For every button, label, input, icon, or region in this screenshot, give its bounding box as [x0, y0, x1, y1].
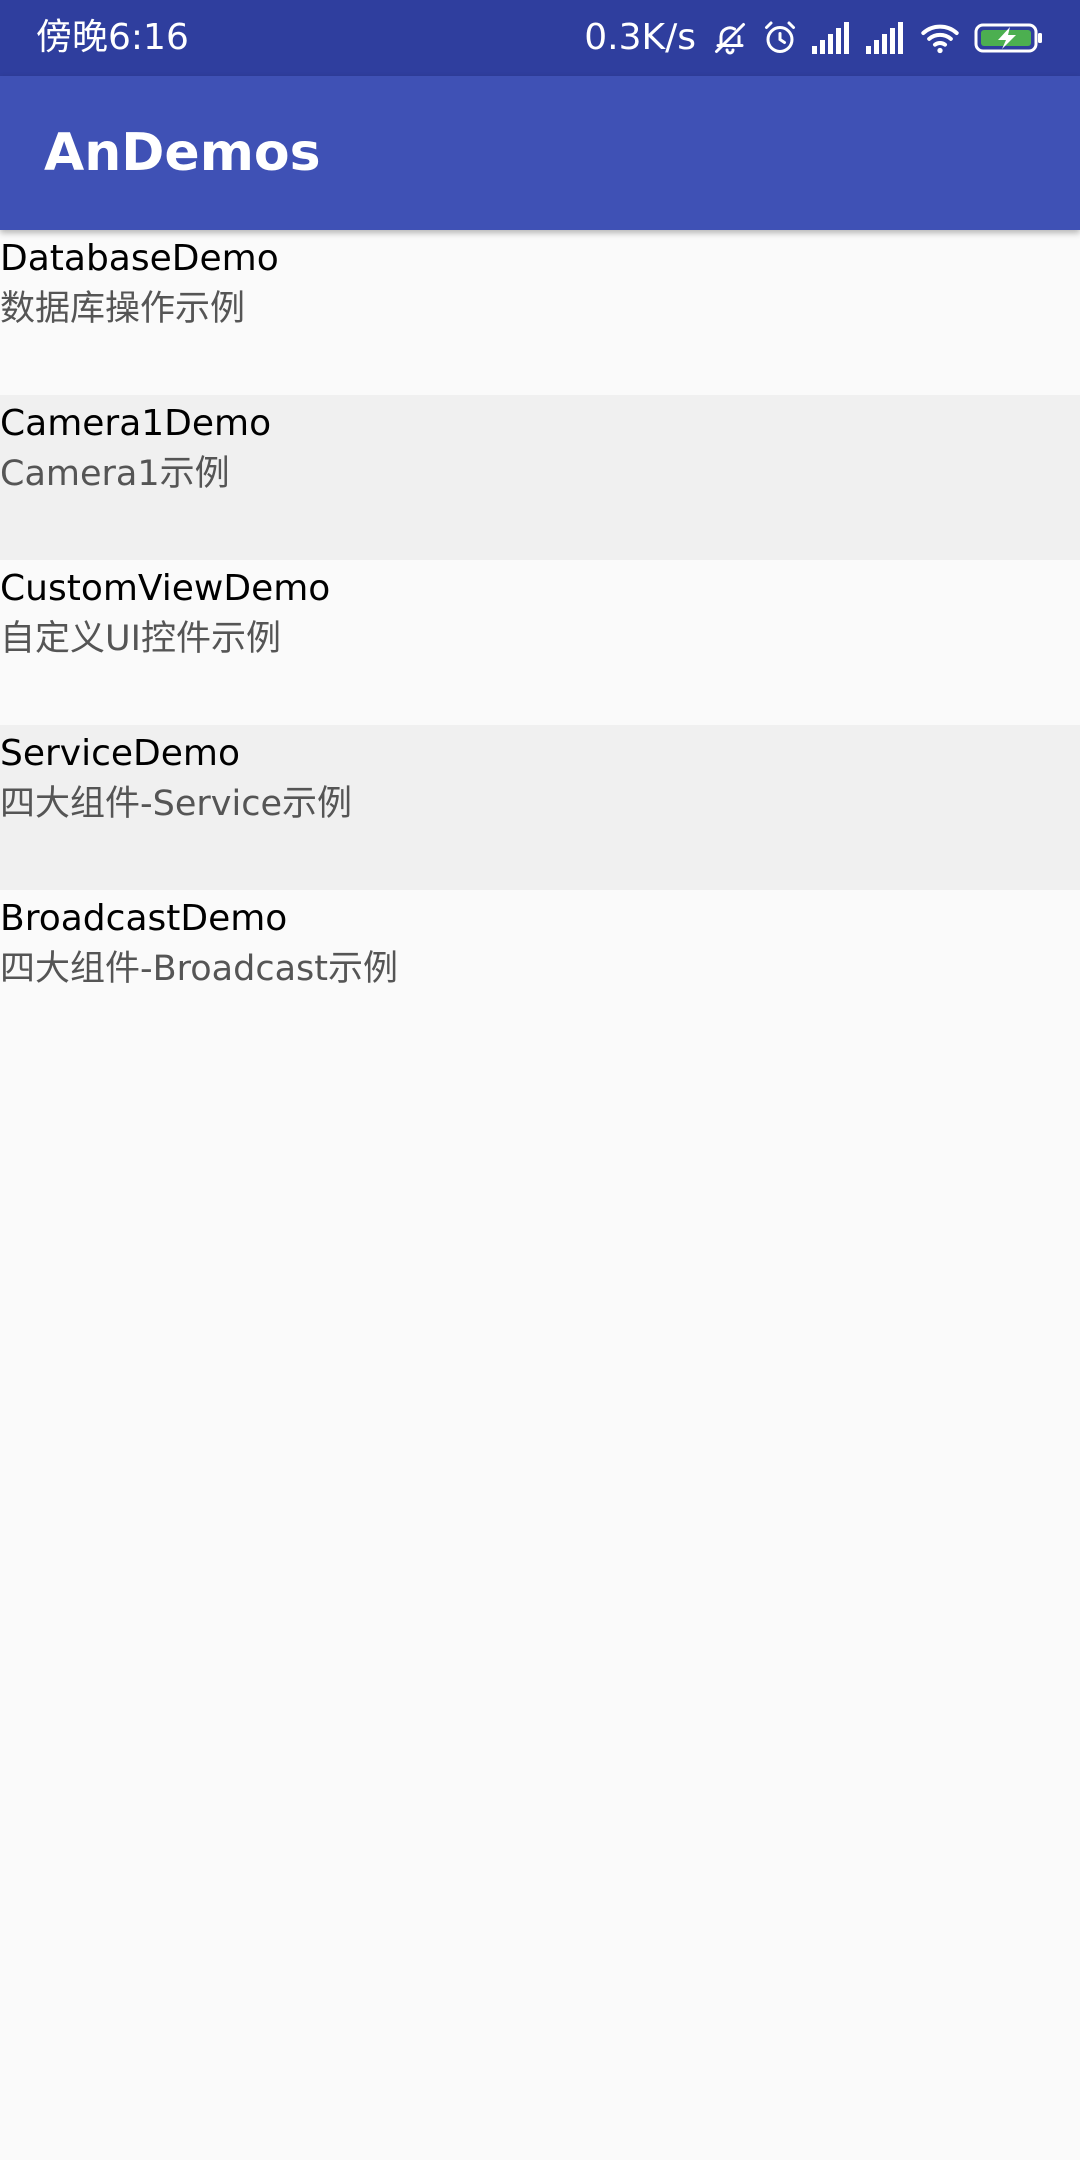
demo-list: DatabaseDemo 数据库操作示例 Camera1Demo Camera1… — [0, 230, 1080, 1055]
status-icons: 0.3K/s — [584, 20, 1044, 56]
list-item-subtitle: 四大组件-Service示例 — [0, 784, 352, 824]
alarm-icon — [762, 20, 798, 56]
network-speed: 0.3K/s — [584, 17, 696, 58]
list-item-title: BroadcastDemo — [0, 898, 288, 939]
list-item-title: Camera1Demo — [0, 403, 272, 444]
list-item-title: DatabaseDemo — [0, 238, 279, 279]
list-item-title: CustomViewDemo — [0, 568, 331, 609]
app-bar: AnDemos — [0, 76, 1080, 230]
list-item-broadcast-demo[interactable]: BroadcastDemo 四大组件-Broadcast示例 — [0, 890, 1080, 1055]
battery-charging-icon — [974, 21, 1044, 55]
status-time: 傍晚6:16 — [36, 17, 189, 58]
wifi-icon — [920, 21, 960, 55]
list-item-camera1-demo[interactable]: Camera1Demo Camera1示例 — [0, 395, 1080, 560]
app-title: AnDemos — [44, 123, 321, 183]
status-bar: 傍晚6:16 0.3K/s — [0, 0, 1080, 76]
list-item-subtitle: Camera1示例 — [0, 454, 230, 494]
list-item-title: ServiceDemo — [0, 733, 241, 774]
bell-muted-icon — [712, 20, 748, 56]
list-item-custom-view-demo[interactable]: CustomViewDemo 自定义UI控件示例 — [0, 560, 1080, 725]
signal-icon — [866, 22, 906, 54]
list-item-subtitle: 自定义UI控件示例 — [0, 619, 281, 659]
list-item-subtitle: 数据库操作示例 — [0, 289, 246, 329]
signal-icon — [812, 22, 852, 54]
list-item-subtitle: 四大组件-Broadcast示例 — [0, 949, 398, 989]
list-item-service-demo[interactable]: ServiceDemo 四大组件-Service示例 — [0, 725, 1080, 890]
list-item-database-demo[interactable]: DatabaseDemo 数据库操作示例 — [0, 230, 1080, 395]
